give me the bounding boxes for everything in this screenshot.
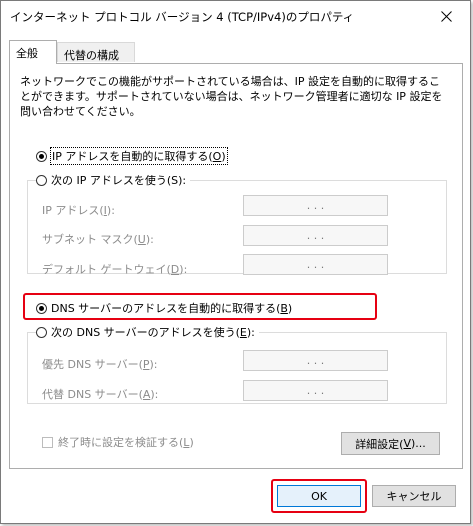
window-title: インターネット プロトコル バージョン 4 (TCP/IPv4)のプロパティ — [10, 10, 355, 24]
default-gateway-label: デフォルト ゲートウェイ(D): — [42, 263, 188, 276]
validate-on-exit-checkbox[interactable]: 終了時に設定を検証する(L) — [42, 434, 194, 450]
tab-general[interactable]: 全般 — [9, 40, 57, 64]
ip-auto-radio[interactable]: IP アドレスを自動的に取得する(O) — [36, 147, 228, 165]
description-text: ネットワークでこの機能がサポートされている場合は、IP 設定を自動的に取得するこ… — [20, 75, 443, 118]
preferred-dns-input[interactable]: . . . — [243, 350, 388, 371]
ip-manual-label: 次の IP アドレスを使う(S): — [51, 174, 187, 187]
dns-manual-radio[interactable]: 次の DNS サーバーのアドレスを使う(E): — [36, 324, 259, 340]
title-bar: インターネット プロトコル バージョン 4 (TCP/IPv4)のプロパティ — [1, 1, 470, 32]
default-gateway-input[interactable]: . . . — [243, 254, 388, 275]
radio-selected-icon — [36, 302, 47, 314]
properties-dialog: インターネット プロトコル バージョン 4 (TCP/IPv4)のプロパティ 全… — [0, 0, 471, 524]
close-icon — [440, 10, 452, 22]
ip-address-input[interactable]: . . . — [243, 195, 388, 216]
cancel-button[interactable]: キャンセル — [372, 485, 456, 507]
ip-auto-label: IP アドレスを自動的に取得する(O) — [50, 147, 228, 165]
radio-unselected-icon — [36, 174, 47, 186]
advanced-button[interactable]: 詳細設定(V)... — [341, 432, 440, 455]
close-button[interactable] — [424, 1, 468, 31]
dns-manual-label: 次の DNS サーバーのアドレスを使う(E): — [51, 326, 255, 339]
validate-on-exit-label: 終了時に設定を検証する(L) — [58, 436, 194, 449]
ip-manual-radio[interactable]: 次の IP アドレスを使う(S): — [36, 172, 191, 188]
subnet-mask-input[interactable]: . . . — [243, 225, 388, 246]
subnet-mask-label: サブネット マスク(U): — [42, 233, 154, 246]
radio-selected-icon — [36, 150, 47, 162]
ok-button[interactable]: OK — [277, 485, 361, 507]
checkbox-icon — [42, 436, 53, 448]
dns-auto-radio[interactable]: DNS サーバーのアドレスを自動的に取得する(B) — [36, 300, 292, 316]
alternate-dns-input[interactable]: . . . — [243, 380, 388, 401]
radio-unselected-icon — [36, 326, 47, 338]
tab-alternate-configuration[interactable]: 代替の構成 — [57, 42, 135, 62]
general-panel: ネットワークでこの機能がサポートされている場合は、IP 設定を自動的に取得するこ… — [9, 63, 463, 469]
alternate-dns-label: 代替 DNS サーバー(A): — [42, 388, 159, 401]
ip-address-label: IP アドレス(I): — [42, 204, 115, 217]
dns-auto-label: DNS サーバーのアドレスを自動的に取得する(B) — [51, 302, 293, 315]
preferred-dns-label: 優先 DNS サーバー(P): — [42, 358, 158, 371]
